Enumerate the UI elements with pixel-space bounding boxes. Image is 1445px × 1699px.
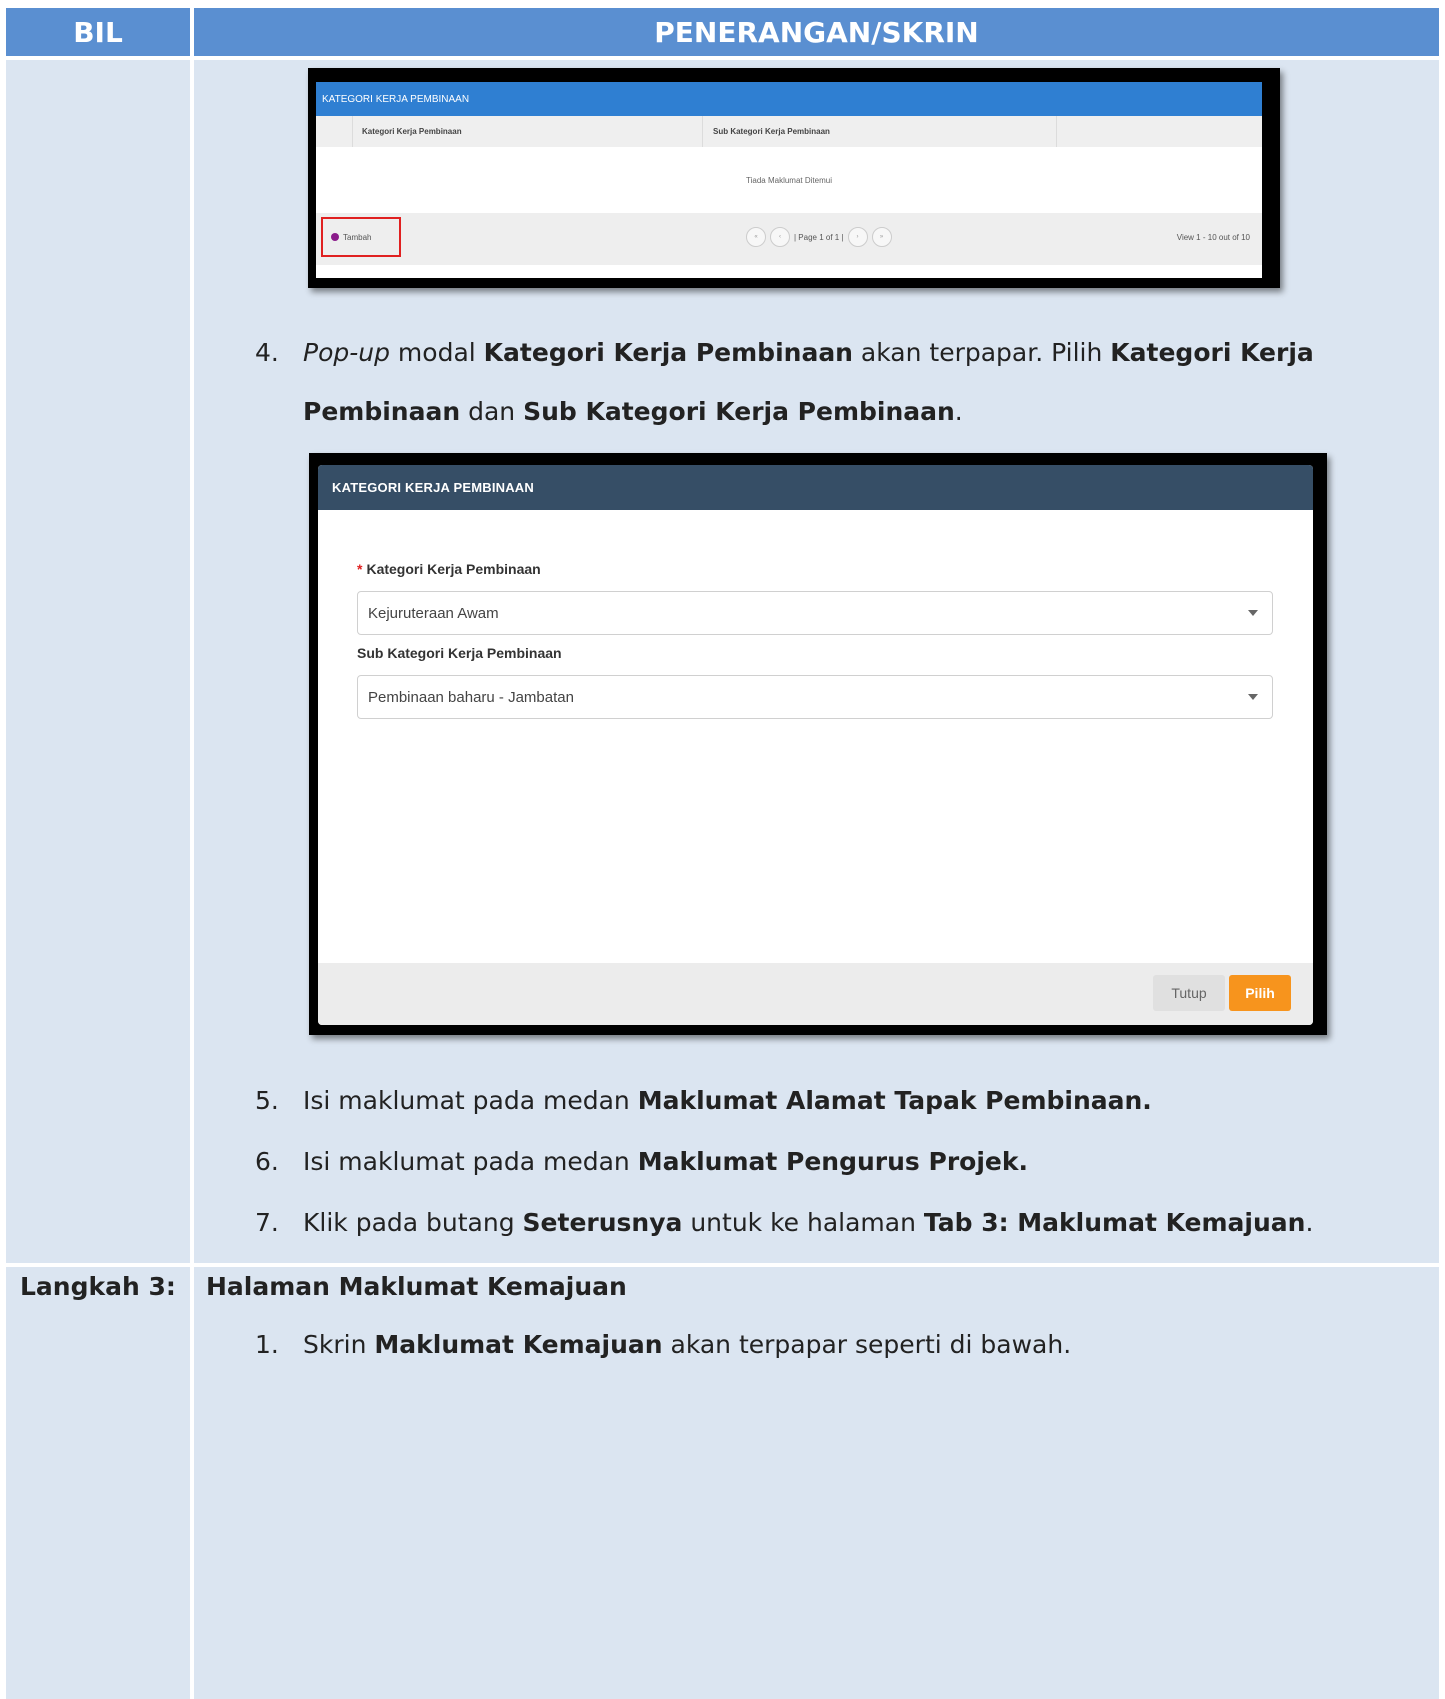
sub-kategori-select[interactable]: Pembinaan baharu - Jambatan: [357, 675, 1273, 719]
step-bold: Pembinaan: [303, 397, 461, 426]
step-bold: Maklumat Kemajuan: [374, 1330, 663, 1359]
bil-cell: [6, 60, 190, 1263]
step-bold: Kategori Kerja Pembinaan: [483, 338, 853, 367]
sub-kategori-selected-value: Pembinaan baharu - Jambatan: [368, 688, 574, 706]
kategori-selected-value: Kejuruteraan Awam: [368, 604, 499, 622]
step-6: 6. Isi maklumat pada medan Maklumat Pengu…: [255, 1147, 1028, 1177]
section-title: Halaman Maklumat Kemajuan: [206, 1272, 627, 1301]
step-5: 5. Isi maklumat pada medan Maklumat Alama…: [255, 1086, 1152, 1116]
header-bil: BIL: [6, 8, 190, 56]
step-text: Isi maklumat pada medan: [303, 1086, 638, 1115]
step-4: 4. Pop-up modal Kategori Kerja Pembinaan …: [255, 338, 1314, 368]
step-text: Klik pada butang: [303, 1208, 523, 1237]
add-button[interactable]: Tambah: [321, 217, 401, 257]
last-page-icon[interactable]: »: [871, 227, 892, 247]
step-number: 7.: [255, 1208, 279, 1237]
prev-page-icon[interactable]: ‹: [770, 227, 790, 247]
step-7: 7. Klik pada butang Seterusnya untuk ke h…: [255, 1208, 1313, 1238]
step-text: modal: [389, 338, 484, 367]
step-text: Skrin: [303, 1330, 375, 1359]
step-number: 1.: [255, 1330, 279, 1359]
step-number: 6.: [255, 1147, 279, 1176]
record-count: View 1 - 10 out of 10: [1176, 233, 1250, 242]
label-text: Kategori Kerja Pembinaan: [366, 561, 541, 577]
dropdown-caret-icon: [1248, 610, 1258, 616]
header-penerangan: PENERANGAN/SKRIN: [194, 8, 1439, 56]
step-bold: Maklumat Pengurus Projek.: [637, 1147, 1028, 1176]
step-text: .: [954, 397, 963, 426]
step-bold: Seterusnya: [522, 1208, 683, 1237]
step-number: 4.: [255, 338, 279, 367]
step-text: .: [1305, 1208, 1314, 1237]
step-text: dan: [460, 397, 524, 426]
add-button-label: Tambah: [343, 232, 372, 242]
pagination: « ‹ | Page 1 of 1 | › »: [746, 227, 892, 247]
next-page-icon[interactable]: ›: [847, 227, 868, 247]
panel-title: KATEGORI KERJA PEMBINAAN: [316, 82, 1262, 116]
screenshot-kategori-table: KATEGORI KERJA PEMBINAAN Kategori Kerja …: [308, 68, 1280, 288]
required-asterisk: *: [357, 561, 363, 577]
step-text: Isi maklumat pada medan: [303, 1147, 638, 1176]
step-bold: Kategori Kerja: [1110, 338, 1314, 367]
step-text: Pop-up: [303, 338, 390, 367]
step-4-continued: Pembinaan dan Sub Kategori Kerja Pembina…: [303, 397, 963, 426]
field-label-sub-kategori: Sub Kategori Kerja Pembinaan: [357, 645, 562, 661]
step-text: untuk ke halaman: [682, 1208, 924, 1237]
empty-message: Tiada Maklumat Ditemui: [746, 175, 832, 185]
bil-cell-step3: [6, 1267, 190, 1699]
step-label: Langkah 3:: [20, 1272, 176, 1301]
kategori-select[interactable]: Kejuruteraan Awam: [357, 591, 1273, 635]
step-3-1: 1. Skrin Maklumat Kemajuan akan terpapar …: [255, 1330, 1071, 1360]
screenshot-modal: KATEGORI KERJA PEMBINAAN * Kategori Kerja…: [309, 453, 1327, 1035]
step-text: akan terpapar seperti di bawah.: [662, 1330, 1072, 1359]
table-footer: Tambah « ‹ | Page 1 of 1 | › » View 1 - …: [316, 213, 1262, 265]
column-kategori: Kategori Kerja Pembinaan: [362, 127, 462, 136]
first-page-icon[interactable]: «: [746, 227, 766, 247]
page-indicator: | Page 1 of 1 |: [794, 232, 844, 242]
close-button[interactable]: Tutup: [1153, 975, 1225, 1011]
plus-circle-icon: [331, 233, 339, 241]
step-bold: Sub Kategori Kerja Pembinaan: [523, 397, 955, 426]
step-number: 5.: [255, 1086, 279, 1115]
step-bold: Maklumat Alamat Tapak Pembinaan.: [637, 1086, 1152, 1115]
table-header: Kategori Kerja Pembinaan Sub Kategori Ke…: [316, 116, 1262, 147]
kategori-modal: KATEGORI KERJA PEMBINAAN * Kategori Kerja…: [318, 465, 1313, 1025]
modal-footer: Tutup Pilih: [318, 963, 1313, 1025]
column-sub-kategori: Sub Kategori Kerja Pembinaan: [713, 127, 830, 136]
field-label-kategori: * Kategori Kerja Pembinaan: [357, 561, 541, 577]
modal-title: KATEGORI KERJA PEMBINAAN: [318, 465, 1313, 510]
select-button[interactable]: Pilih: [1229, 975, 1291, 1011]
step-bold: Tab 3: Maklumat Kemajuan: [923, 1208, 1306, 1237]
dropdown-caret-icon: [1248, 694, 1258, 700]
step-text: akan terpapar. Pilih: [852, 338, 1111, 367]
